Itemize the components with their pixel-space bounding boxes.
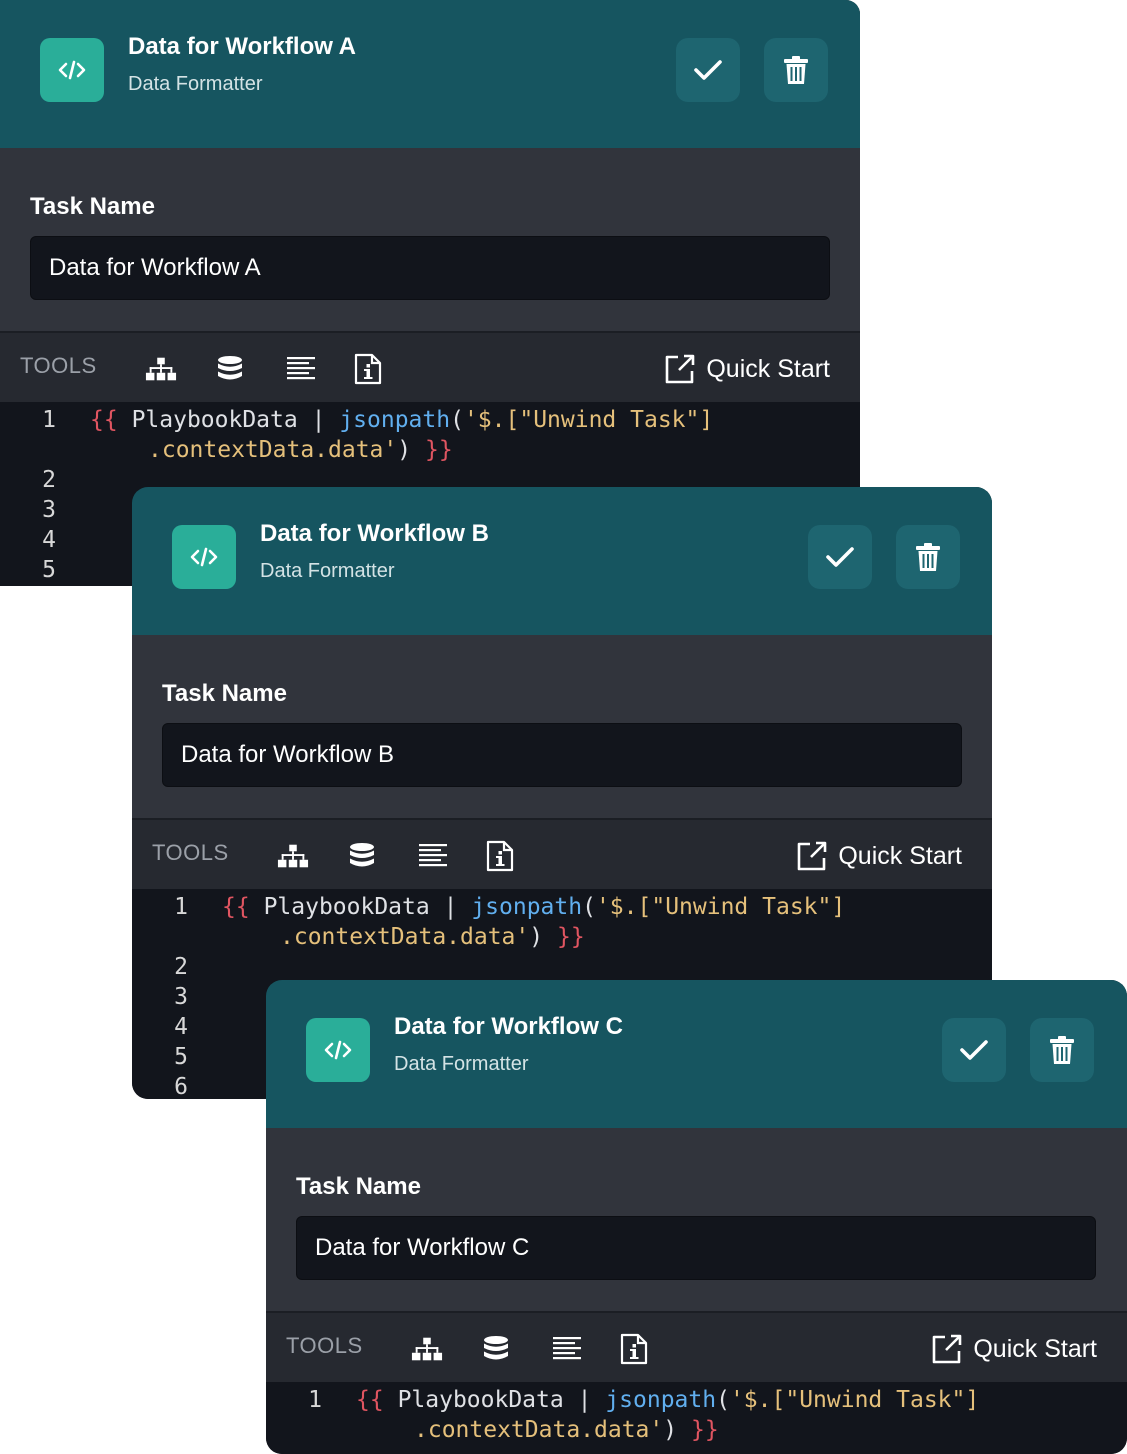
task-form: Task Name xyxy=(0,148,860,331)
task-type: Data Formatter xyxy=(128,73,263,95)
line-number: 5 xyxy=(42,557,56,583)
confirm-button[interactable] xyxy=(676,38,740,102)
code-icon xyxy=(172,525,236,589)
database-icon[interactable] xyxy=(346,840,378,872)
line-number: 2 xyxy=(174,954,188,980)
check-icon xyxy=(694,60,722,80)
task-title: Data for Workflow C xyxy=(394,1013,623,1040)
quick-start-link[interactable]: Quick Start xyxy=(796,840,962,872)
line-number: 4 xyxy=(174,1014,188,1040)
task-title: Data for Workflow B xyxy=(260,520,489,547)
task-type: Data Formatter xyxy=(394,1053,529,1075)
database-icon[interactable] xyxy=(480,1333,512,1365)
line-number: 4 xyxy=(42,527,56,553)
task-card: Data for Workflow C Data Formatter Task … xyxy=(266,980,1127,1454)
code-editor[interactable]: {{ PlaybookData | jsonpath('$.["Unwind T… xyxy=(266,1382,1127,1454)
line-number: 3 xyxy=(174,984,188,1010)
task-form: Task Name xyxy=(132,635,992,818)
line-number: 5 xyxy=(174,1044,188,1070)
tools-label: TOOLS xyxy=(20,353,97,378)
code-line-wrap: .contextData.data') }} xyxy=(414,1417,719,1443)
align-left-icon[interactable] xyxy=(285,353,317,385)
code-line-wrap: .contextData.data') }} xyxy=(148,437,453,463)
tools-bar: TOOLS Quick Start xyxy=(0,331,860,402)
code-icon xyxy=(40,38,104,102)
delete-button[interactable] xyxy=(1030,1018,1094,1082)
card-header: Data for Workflow C Data Formatter xyxy=(266,980,1127,1128)
check-icon xyxy=(960,1040,988,1060)
task-type: Data Formatter xyxy=(260,560,395,582)
info-file-icon[interactable] xyxy=(484,840,516,872)
database-icon[interactable] xyxy=(214,353,246,385)
task-name-input[interactable] xyxy=(30,236,830,300)
quick-start-label: Quick Start xyxy=(706,354,830,383)
line-number: 2 xyxy=(42,467,56,493)
task-name-input[interactable] xyxy=(296,1216,1096,1280)
external-link-icon xyxy=(666,354,695,384)
task-name-label: Task Name xyxy=(30,193,155,220)
code-line: {{ PlaybookData | jsonpath('$.["Unwind T… xyxy=(356,1387,980,1413)
quick-start-link[interactable]: Quick Start xyxy=(664,353,830,385)
task-form: Task Name xyxy=(266,1128,1127,1311)
line-number: 6 xyxy=(174,1074,188,1099)
tools-bar: TOOLS Quick Start xyxy=(266,1311,1127,1382)
tools-label: TOOLS xyxy=(152,840,229,865)
task-name-label: Task Name xyxy=(162,680,287,707)
code-line: {{ PlaybookData | jsonpath('$.["Unwind T… xyxy=(90,407,714,433)
tools-label: TOOLS xyxy=(286,1333,363,1358)
line-number: 1 xyxy=(308,1387,322,1413)
confirm-button[interactable] xyxy=(942,1018,1006,1082)
line-number: 3 xyxy=(42,497,56,523)
trash-icon xyxy=(1050,1036,1074,1064)
delete-button[interactable] xyxy=(896,525,960,589)
code-line-wrap: .contextData.data') }} xyxy=(280,924,585,950)
quick-start-label: Quick Start xyxy=(838,841,962,870)
sitemap-icon[interactable] xyxy=(145,353,177,385)
quick-start-link[interactable]: Quick Start xyxy=(931,1333,1097,1365)
quick-start-label: Quick Start xyxy=(973,1334,1097,1363)
line-number: 1 xyxy=(42,407,56,433)
external-link-icon xyxy=(933,1334,962,1364)
sitemap-icon[interactable] xyxy=(277,840,309,872)
info-file-icon[interactable] xyxy=(352,353,384,385)
code-icon xyxy=(306,1018,370,1082)
card-header: Data for Workflow B Data Formatter xyxy=(132,487,992,635)
confirm-button[interactable] xyxy=(808,525,872,589)
align-left-icon[interactable] xyxy=(417,840,449,872)
tools-bar: TOOLS Quick Start xyxy=(132,818,992,889)
task-name-input[interactable] xyxy=(162,723,962,787)
external-link-icon xyxy=(798,841,827,871)
align-left-icon[interactable] xyxy=(551,1333,583,1365)
task-name-label: Task Name xyxy=(296,1173,421,1200)
sitemap-icon[interactable] xyxy=(411,1333,443,1365)
info-file-icon[interactable] xyxy=(618,1333,650,1365)
delete-button[interactable] xyxy=(764,38,828,102)
check-icon xyxy=(826,547,854,567)
card-header: Data for Workflow A Data Formatter xyxy=(0,0,860,148)
trash-icon xyxy=(784,56,808,84)
line-number: 1 xyxy=(174,894,188,920)
task-title: Data for Workflow A xyxy=(128,33,357,60)
code-line: {{ PlaybookData | jsonpath('$.["Unwind T… xyxy=(222,894,846,920)
trash-icon xyxy=(916,543,940,571)
